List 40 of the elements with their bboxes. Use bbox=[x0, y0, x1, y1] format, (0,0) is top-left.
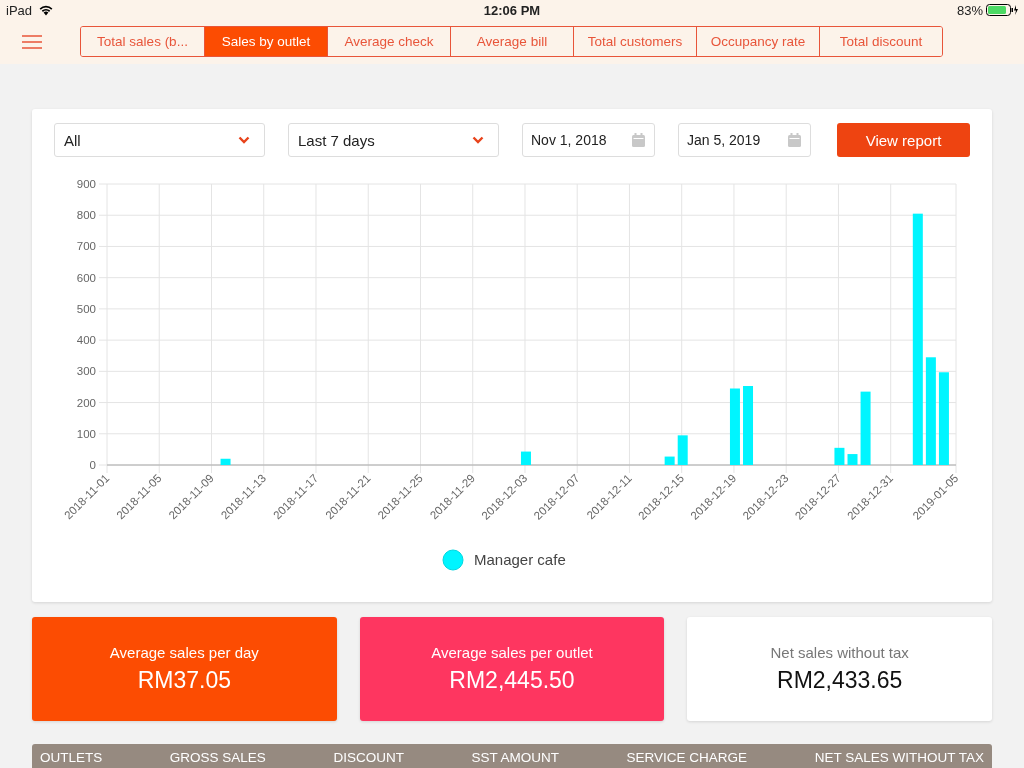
wifi-icon bbox=[38, 4, 55, 16]
calendar-icon bbox=[788, 133, 801, 147]
y-axis-label: 600 bbox=[76, 271, 96, 284]
clock-time: 12:06 PM bbox=[483, 2, 541, 18]
chevron-down-icon bbox=[472, 136, 484, 144]
y-axis-label: 200 bbox=[76, 396, 96, 409]
column-header: NET SALES WITHOUT TAX bbox=[814, 750, 984, 767]
column-header: OUTLETS bbox=[40, 750, 103, 767]
end-date-field[interactable]: Jan 5, 2019 bbox=[678, 123, 811, 157]
summary-value: RM37.05 bbox=[137, 667, 231, 694]
y-axis-label: 400 bbox=[76, 334, 96, 347]
battery-icon bbox=[986, 4, 1018, 16]
menu-icon[interactable] bbox=[22, 35, 42, 49]
column-header: SST AMOUNT bbox=[471, 750, 559, 767]
device-name: iPad bbox=[6, 2, 33, 18]
summary-value: RM2,445.50 bbox=[449, 667, 575, 694]
y-axis-label: 300 bbox=[76, 365, 96, 378]
report-tab[interactable]: Total discount bbox=[819, 27, 942, 56]
chevron-down-icon bbox=[238, 136, 250, 144]
y-axis-label: 900 bbox=[76, 178, 96, 190]
column-header: DISCOUNT bbox=[333, 750, 404, 767]
y-axis-label: 500 bbox=[76, 302, 96, 315]
y-axis-label: 100 bbox=[76, 427, 96, 440]
y-axis-label: 700 bbox=[76, 240, 96, 253]
summary-label: Average sales per outlet bbox=[431, 644, 593, 661]
start-date-field[interactable]: Nov 1, 2018 bbox=[522, 123, 655, 157]
legend-label: Manager cafe bbox=[474, 551, 566, 568]
summary-label: Average sales per day bbox=[109, 644, 259, 661]
outlet-dropdown[interactable]: All bbox=[54, 123, 265, 157]
summary-value: RM2,433.65 bbox=[777, 667, 903, 694]
column-header: SERVICE CHARGE bbox=[626, 750, 748, 767]
battery-percent: 83% bbox=[956, 2, 983, 18]
view-report-button[interactable]: View report bbox=[837, 123, 970, 157]
y-axis-label: 0 bbox=[89, 459, 96, 471]
report-tab[interactable]: Sales by outlet bbox=[204, 27, 327, 56]
calendar-icon bbox=[632, 133, 645, 147]
period-dropdown[interactable]: Last 7 days bbox=[288, 123, 499, 157]
summary-label: Net sales without tax bbox=[770, 644, 909, 661]
y-axis-label: 800 bbox=[76, 209, 96, 222]
column-header: GROSS SALES bbox=[169, 750, 266, 767]
